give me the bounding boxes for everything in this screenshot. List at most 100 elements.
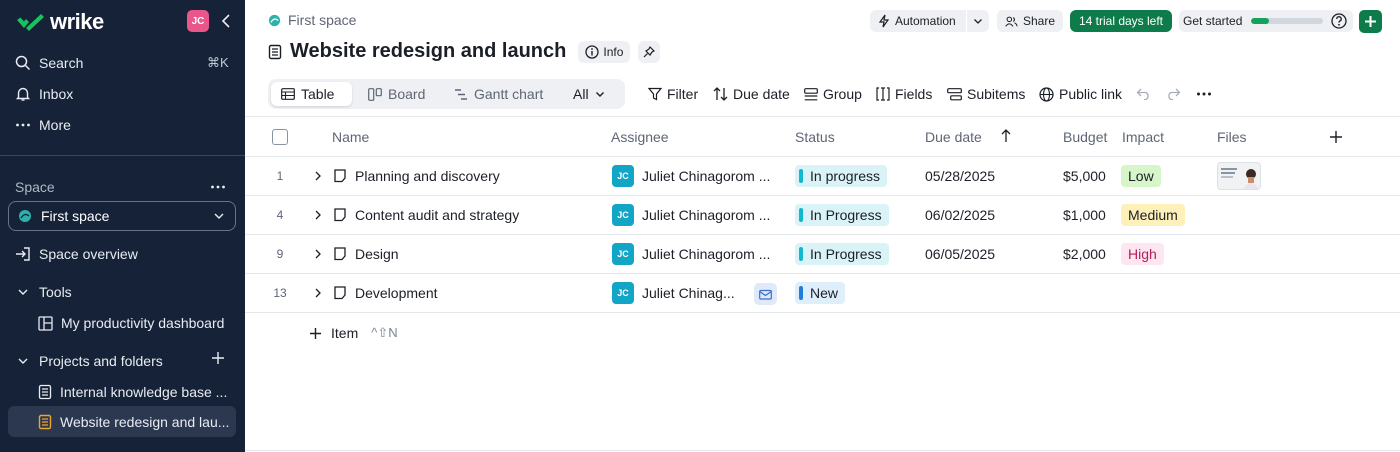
status-badge[interactable]: In progress (795, 165, 888, 187)
search-icon (15, 55, 31, 71)
page-title[interactable]: Website redesign and launch (290, 40, 566, 63)
sidebar-item-website-redesign[interactable]: Website redesign and lau... (38, 410, 229, 434)
row-number: 1 (276, 169, 284, 183)
tab-board[interactable]: Board (358, 82, 435, 106)
impact-badge[interactable]: Medium (1121, 204, 1185, 226)
status-badge[interactable]: In Progress (795, 204, 889, 226)
invite-pending-chip[interactable] (754, 283, 777, 305)
share-button[interactable]: Share (997, 10, 1063, 32)
space-more-icon[interactable] (210, 179, 226, 195)
assignee-avatar: JC (612, 282, 634, 304)
tab-table[interactable]: Table (271, 82, 352, 106)
chevron-down-icon (214, 213, 224, 219)
file-thumbnail[interactable] (1217, 162, 1261, 190)
space-selector[interactable]: First space (8, 201, 236, 231)
redo-button[interactable] (1165, 84, 1181, 104)
assignee-name[interactable]: Juliet Chinag... (642, 285, 735, 301)
column-header-budget[interactable]: Budget (1063, 129, 1107, 145)
subitems-button[interactable]: Subitems (947, 84, 1025, 104)
chevron-down-icon (595, 92, 604, 97)
status-badge[interactable]: In Progress (795, 243, 889, 265)
add-column-icon[interactable] (1329, 130, 1343, 144)
add-item-button[interactable]: Item ^⇧N (309, 325, 398, 341)
group-button[interactable]: Group (804, 84, 862, 104)
projects-toggle[interactable]: Projects and folders (15, 349, 163, 373)
automation-dropdown[interactable] (967, 10, 989, 32)
sidebar-item-knowledge-base[interactable]: Internal knowledge base ... (38, 380, 227, 404)
budget[interactable]: $5,000 (1063, 168, 1106, 184)
subitems-label: Subitems (967, 86, 1026, 102)
due-date[interactable]: 06/05/2025 (925, 246, 995, 262)
assignee-name[interactable]: Juliet Chinagorom ... (642, 207, 770, 223)
user-avatar[interactable]: JC (187, 10, 209, 32)
add-project-icon[interactable] (211, 351, 225, 365)
nav-search[interactable]: Search (15, 52, 83, 74)
column-header-assignee[interactable]: Assignee (611, 129, 669, 145)
column-header-files[interactable]: Files (1217, 129, 1247, 145)
fields-button[interactable]: Fields (876, 84, 932, 104)
row-number: 4 (276, 208, 284, 222)
space-section-label: Space (15, 179, 55, 195)
filter-button[interactable]: Filter (648, 84, 698, 104)
column-header-status[interactable]: Status (795, 129, 835, 145)
column-header-name[interactable]: Name (332, 129, 369, 145)
toolbar-divider (245, 116, 1400, 117)
public-link-button[interactable]: Public link (1039, 84, 1122, 104)
due-date[interactable]: 06/02/2025 (925, 207, 995, 223)
due-date[interactable]: 05/28/2025 (925, 168, 995, 184)
automation-button[interactable]: Automation (870, 10, 966, 32)
group-label: Group (823, 86, 862, 102)
globe-icon (1039, 86, 1054, 102)
chevron-right-icon[interactable] (313, 287, 323, 299)
chevron-down-icon (18, 358, 28, 364)
budget[interactable]: $2,000 (1063, 246, 1106, 262)
task-name[interactable]: Content audit and strategy (355, 207, 519, 223)
enter-icon (16, 247, 30, 261)
chevron-right-icon[interactable] (313, 170, 323, 182)
nav-inbox[interactable]: Inbox (15, 83, 73, 105)
chevron-left-icon (221, 14, 230, 28)
column-header-impact[interactable]: Impact (1122, 129, 1164, 145)
status-label: In progress (810, 168, 881, 184)
get-started-button[interactable]: Get started (1179, 10, 1353, 32)
nav-more[interactable]: More (15, 114, 71, 136)
space-overview-link[interactable]: Space overview (15, 242, 138, 266)
sidebar-item-dashboard-label: My productivity dashboard (61, 315, 225, 331)
breadcrumb[interactable]: First space (268, 12, 356, 28)
column-header-due-date[interactable]: Due date (925, 129, 982, 145)
add-new-button[interactable] (1359, 10, 1382, 33)
breadcrumb-space[interactable]: First space (288, 12, 356, 28)
assignee-name[interactable]: Juliet Chinagorom ... (642, 168, 770, 184)
task-name[interactable]: Development (355, 285, 438, 301)
budget[interactable]: $1,000 (1063, 207, 1106, 223)
task-name[interactable]: Design (355, 246, 399, 262)
collapse-sidebar-button[interactable] (216, 9, 236, 33)
chevron-right-icon[interactable] (313, 209, 323, 221)
impact-badge[interactable]: High (1121, 243, 1164, 265)
space-selector-label: First space (41, 208, 110, 224)
tab-gantt[interactable]: Gantt chart (444, 82, 553, 106)
pin-icon (643, 45, 656, 57)
sidebar-item-website-redesign-label: Website redesign and lau... (60, 414, 230, 430)
impact-badge[interactable]: Low (1121, 165, 1161, 187)
sort-due-date-button[interactable]: Due date (713, 84, 790, 104)
status-label: In Progress (810, 207, 882, 223)
info-button[interactable]: Info (578, 40, 631, 63)
view-all-dropdown[interactable]: All (563, 82, 615, 106)
pin-button[interactable] (638, 40, 661, 63)
select-all-checkbox[interactable] (272, 129, 288, 145)
header-divider (245, 156, 1400, 157)
trial-badge[interactable]: 14 trial days left (1070, 10, 1172, 32)
share-label: Share (1022, 14, 1055, 28)
assignee-name[interactable]: Juliet Chinagorom ... (642, 246, 770, 262)
sort-arrow-up-icon[interactable] (1000, 129, 1012, 143)
more-options-button[interactable] (1196, 84, 1212, 104)
task-name[interactable]: Planning and discovery (355, 168, 500, 184)
tools-toggle[interactable]: Tools (15, 280, 72, 304)
sidebar-item-dashboard[interactable]: My productivity dashboard (38, 311, 224, 335)
wrike-logo[interactable]: wrike (16, 9, 104, 35)
status-badge[interactable]: New (795, 282, 846, 304)
undo-button[interactable] (1136, 84, 1152, 104)
chevron-right-icon[interactable] (313, 248, 323, 260)
help-icon[interactable] (1331, 13, 1347, 29)
